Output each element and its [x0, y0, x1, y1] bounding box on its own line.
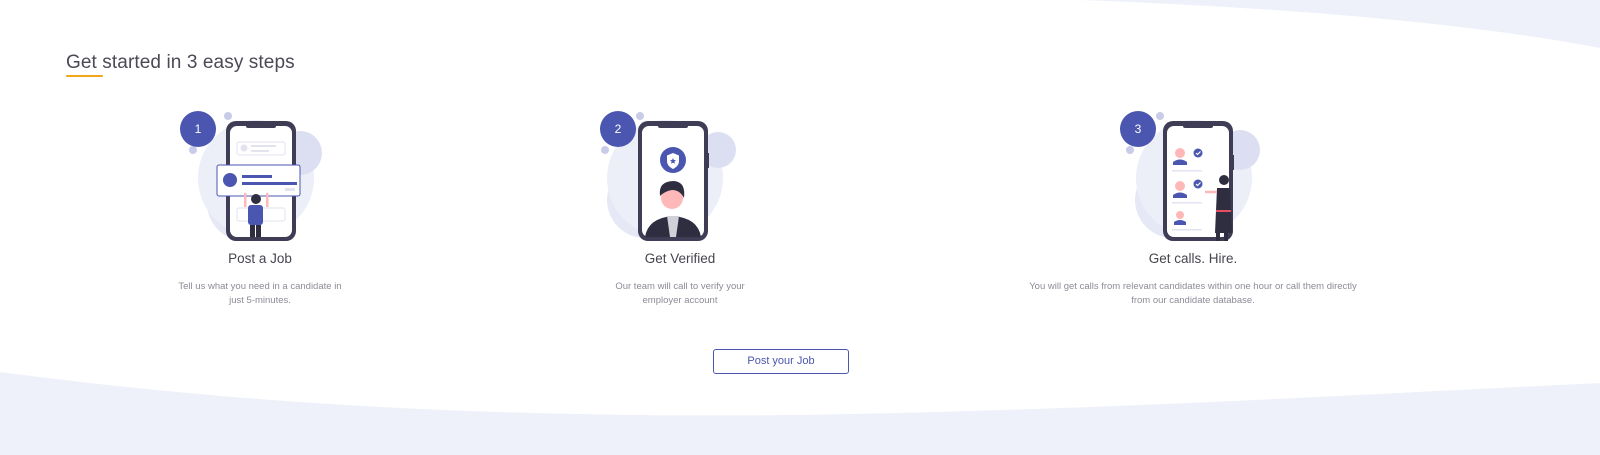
- phone-calls-illustration: 3: [1120, 108, 1280, 243]
- step-1: 1 Post a Job Tell us what you need in a …: [178, 108, 342, 308]
- step-description: Our team will call to verify your employ…: [615, 281, 745, 306]
- section-heading: Get started in 3 easy steps: [66, 52, 295, 73]
- step-description: You will get calls from relevant candida…: [1029, 281, 1357, 306]
- step-title: Post a Job: [228, 251, 292, 266]
- step-title: Get Verified: [644, 251, 716, 266]
- step-number-badge: 3: [1120, 111, 1156, 147]
- phone-post-job-illustration: 1: [180, 108, 340, 243]
- heading-underline: [66, 75, 103, 77]
- step-number-badge: 2: [600, 111, 636, 147]
- step-description: Tell us what you need in a candidate in …: [178, 281, 342, 306]
- post-job-button[interactable]: Post your Job: [713, 349, 849, 374]
- steps-section: Get started in 3 easy steps 1 Post a Job…: [0, 0, 1600, 455]
- step-title: Get calls. Hire.: [1148, 251, 1238, 266]
- step-3: 3 Get calls. Hire. You will get calls fr…: [1020, 108, 1366, 308]
- step-number-badge: 1: [180, 111, 216, 147]
- phone-verify-illustration: 2: [600, 108, 760, 243]
- step-2: 2 Get Verified Our team will call to ver…: [600, 108, 760, 308]
